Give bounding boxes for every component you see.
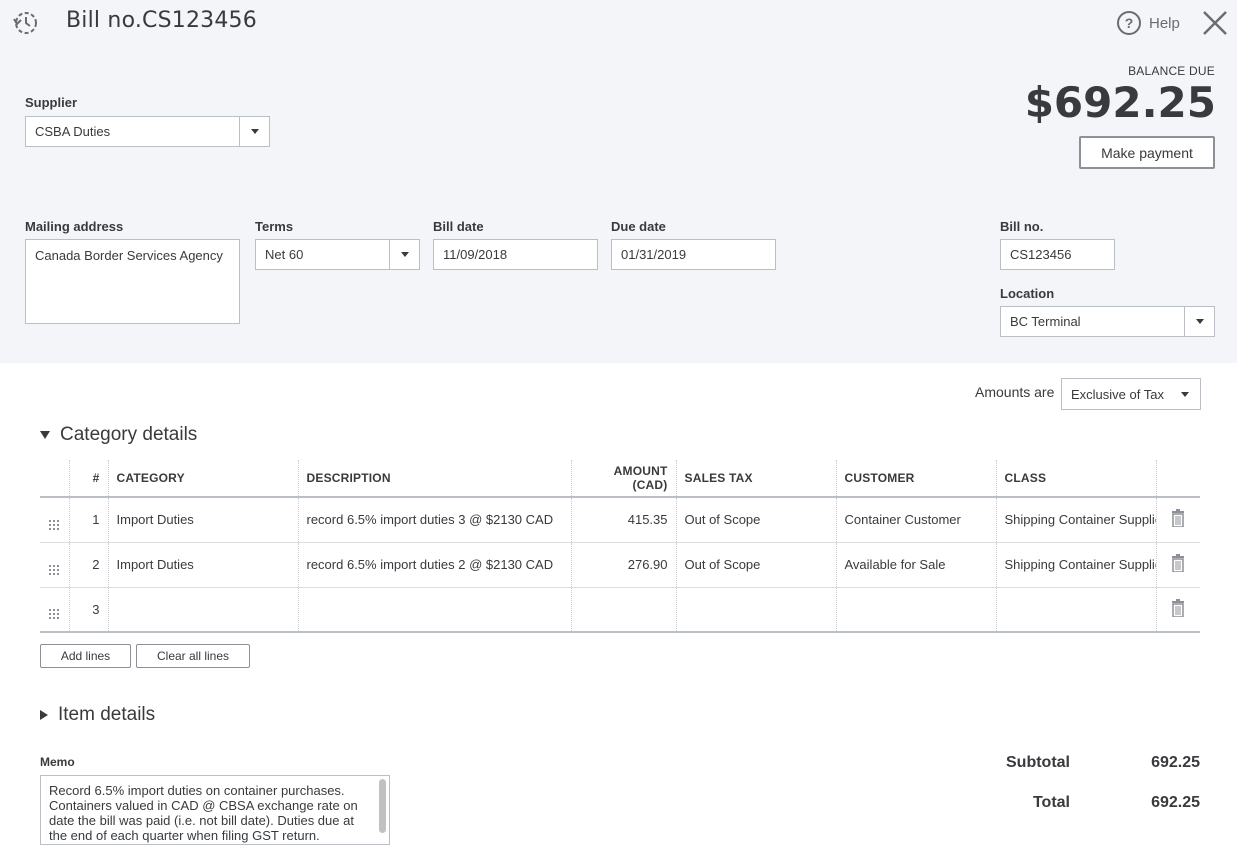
bill-date-label: Bill date	[433, 219, 484, 234]
clear-all-lines-button[interactable]: Clear all lines	[136, 644, 250, 668]
column-header-description: DESCRIPTION	[297, 460, 571, 498]
sales-tax-cell[interactable]: Out of Scope	[675, 542, 836, 588]
table-header-row: # CATEGORY DESCRIPTION AMOUNT (CAD) SALE…	[40, 460, 1200, 498]
delete-column-header	[1155, 460, 1200, 498]
terms-value: Net 60	[265, 247, 304, 262]
make-payment-button[interactable]: Make payment	[1079, 136, 1215, 169]
item-details-toggle[interactable]: Item details	[40, 704, 155, 726]
sales-tax-cell[interactable]: Out of Scope	[675, 497, 836, 543]
category-cell[interactable]: Import Duties	[107, 497, 298, 543]
item-details-title: Item details	[58, 704, 156, 725]
total-label: Total	[1032, 794, 1070, 811]
amount-cell[interactable]: 276.90	[570, 542, 676, 588]
close-icon[interactable]	[1201, 9, 1229, 37]
table-row[interactable]: 2 Import Duties record 6.5% import dutie…	[40, 542, 1200, 588]
chevron-down-icon[interactable]	[239, 117, 269, 146]
column-header-number: #	[68, 460, 108, 498]
category-table: # CATEGORY DESCRIPTION AMOUNT (CAD) SALE…	[40, 460, 1200, 633]
amounts-are-label: Amounts are	[975, 384, 1055, 400]
supplier-select[interactable]: CSBA Duties	[25, 116, 270, 147]
column-header-amount: AMOUNT (CAD)	[570, 460, 676, 498]
location-select[interactable]: BC Terminal	[1000, 306, 1215, 337]
chevron-down-icon[interactable]	[1170, 379, 1200, 409]
amount-cell[interactable]: 415.35	[570, 497, 676, 543]
help-label: Help	[1149, 14, 1180, 32]
terms-label: Terms	[255, 219, 294, 234]
mailing-address-label: Mailing address	[25, 219, 124, 234]
add-lines-button[interactable]: Add lines	[40, 644, 131, 668]
chevron-down-icon[interactable]	[1184, 307, 1214, 336]
page-title: Bill no.CS123456	[66, 8, 257, 33]
due-date-field[interactable]: 01/31/2019	[611, 239, 776, 270]
balance-due-label: BALANCE DUE	[1128, 64, 1215, 78]
drag-handle-icon[interactable]	[40, 542, 69, 588]
help-link[interactable]: ? Help	[1117, 11, 1180, 35]
row-number: 3	[68, 587, 108, 633]
location-label: Location	[1000, 286, 1055, 301]
amounts-are-value: Exclusive of Tax	[1071, 386, 1164, 402]
category-details-title: Category details	[60, 424, 198, 445]
memo-label: Memo	[40, 755, 75, 769]
table-row[interactable]: 3	[40, 587, 1200, 633]
category-cell[interactable]: Import Duties	[107, 542, 298, 588]
class-cell[interactable]: Shipping Container Supplies	[995, 497, 1156, 543]
trash-icon[interactable]	[1155, 542, 1200, 588]
drag-handle-icon[interactable]	[40, 587, 69, 633]
amounts-are-select[interactable]: Exclusive of Tax	[1061, 378, 1201, 410]
category-cell[interactable]	[107, 587, 298, 633]
column-header-category: CATEGORY	[107, 460, 298, 498]
drag-column-header	[40, 460, 69, 498]
chevron-down-icon[interactable]	[389, 240, 419, 269]
help-icon: ?	[1117, 11, 1141, 35]
history-icon[interactable]	[11, 9, 39, 37]
drag-handle-icon[interactable]	[40, 497, 69, 543]
trash-icon[interactable]	[1155, 587, 1200, 633]
class-cell[interactable]: Shipping Container Supplies	[995, 542, 1156, 588]
customer-cell[interactable]: Container Customer	[835, 497, 996, 543]
memo-text: Record 6.5% import duties on container p…	[49, 783, 358, 843]
location-value: BC Terminal	[1010, 314, 1081, 329]
bill-date-field[interactable]: 11/09/2018	[433, 239, 598, 270]
trash-icon[interactable]	[1155, 497, 1200, 543]
due-date-label: Due date	[611, 219, 666, 234]
description-cell[interactable]: record 6.5% import duties 2 @ $2130 CAD	[297, 542, 571, 588]
mailing-address-field[interactable]: Canada Border Services Agency	[25, 239, 240, 324]
collapse-triangle-icon	[40, 431, 50, 439]
customer-cell[interactable]: Available for Sale	[835, 542, 996, 588]
description-cell[interactable]	[297, 587, 571, 633]
memo-field[interactable]: Record 6.5% import duties on container p…	[40, 775, 390, 845]
expand-triangle-icon	[40, 710, 48, 720]
balance-due-amount: $692.25	[1024, 78, 1216, 127]
column-header-class: CLASS	[995, 460, 1156, 498]
category-details-toggle[interactable]: Category details	[40, 424, 197, 446]
sales-tax-cell[interactable]	[675, 587, 836, 633]
amount-cell[interactable]	[570, 587, 676, 633]
supplier-label: Supplier	[25, 95, 78, 110]
subtotal-value: 692.25	[1151, 754, 1200, 771]
bill-no-field[interactable]: CS123456	[1000, 239, 1115, 270]
bill-no-label: Bill no.	[1000, 219, 1044, 234]
memo-scrollbar[interactable]	[379, 779, 386, 833]
row-number: 2	[68, 542, 108, 588]
description-cell[interactable]: record 6.5% import duties 3 @ $2130 CAD	[297, 497, 571, 543]
customer-cell[interactable]	[835, 587, 996, 633]
column-header-customer: CUSTOMER	[835, 460, 996, 498]
row-number: 1	[68, 497, 108, 543]
table-row[interactable]: 1 Import Duties record 6.5% import dutie…	[40, 497, 1200, 543]
subtotal-label: Subtotal	[1006, 754, 1070, 771]
class-cell[interactable]	[995, 587, 1156, 633]
total-value: 692.25	[1151, 794, 1200, 811]
supplier-value: CSBA Duties	[35, 124, 111, 139]
terms-select[interactable]: Net 60	[255, 239, 420, 270]
column-header-sales-tax: SALES TAX	[675, 460, 836, 498]
